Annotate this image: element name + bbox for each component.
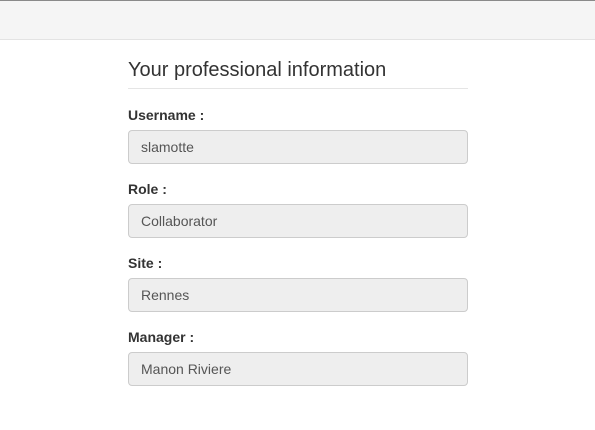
username-field[interactable]: slamotte <box>128 130 468 164</box>
role-row: Role : Collaborator <box>128 180 468 238</box>
role-field[interactable]: Collaborator <box>128 204 468 238</box>
username-label: Username : <box>128 107 205 123</box>
manager-label: Manager : <box>128 329 195 345</box>
section-title: Your professional information <box>128 57 468 89</box>
professional-info-panel: Your professional information Username :… <box>128 57 468 386</box>
manager-field[interactable]: Manon Riviere <box>128 352 468 386</box>
username-row: Username : slamotte <box>128 106 468 164</box>
manager-row: Manager : Manon Riviere <box>128 328 468 386</box>
top-bar-edge <box>0 0 595 1</box>
site-row: Site : Rennes <box>128 254 468 312</box>
top-navigation-bar <box>0 0 595 40</box>
role-label: Role : <box>128 181 167 197</box>
site-field[interactable]: Rennes <box>128 278 468 312</box>
site-label: Site : <box>128 255 163 271</box>
